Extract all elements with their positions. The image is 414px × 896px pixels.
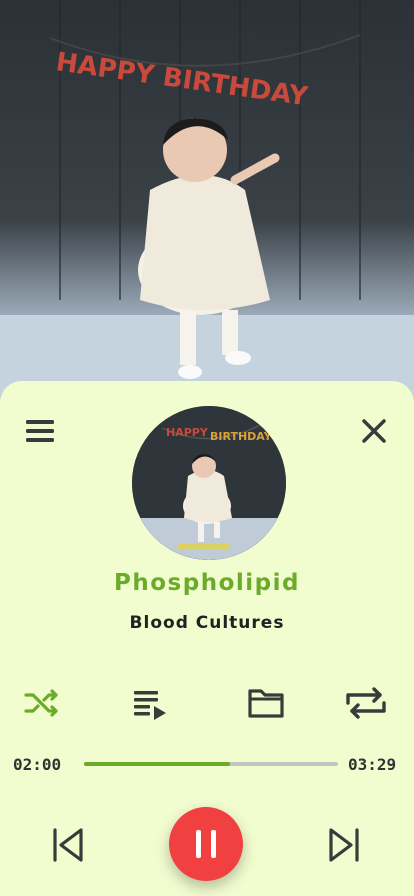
cover-photo-illustration: HAPPY BIRTHDAY bbox=[0, 0, 414, 400]
pause-button[interactable] bbox=[169, 807, 243, 881]
menu-icon bbox=[26, 420, 54, 442]
player-panel: HAPPY BIRTHDAY Phospholipid Blood Cultur… bbox=[0, 381, 414, 896]
skip-next-icon bbox=[329, 828, 359, 862]
queue-button[interactable] bbox=[128, 681, 172, 725]
folder-button[interactable] bbox=[244, 681, 288, 725]
banner-letters: HAPPY BIRTHDAY bbox=[54, 47, 311, 112]
repeat-button[interactable] bbox=[344, 681, 388, 725]
current-time: 02:00 bbox=[13, 755, 62, 774]
folder-icon bbox=[248, 689, 284, 718]
seek-bar-fill bbox=[84, 762, 230, 766]
cover-art-background: HAPPY BIRTHDAY bbox=[0, 0, 414, 400]
svg-text:BIRTHDAY: BIRTHDAY bbox=[210, 430, 273, 443]
previous-button[interactable] bbox=[48, 821, 88, 869]
skip-previous-icon bbox=[53, 828, 83, 862]
next-button[interactable] bbox=[324, 821, 364, 869]
shuffle-icon bbox=[24, 689, 58, 717]
album-art: HAPPY BIRTHDAY bbox=[132, 406, 286, 560]
pause-icon bbox=[196, 830, 216, 858]
seek-bar[interactable] bbox=[84, 762, 338, 766]
album-art-illustration: HAPPY BIRTHDAY bbox=[132, 406, 286, 560]
shuffle-button[interactable] bbox=[20, 681, 64, 725]
close-icon bbox=[362, 419, 386, 443]
total-time: 03:29 bbox=[348, 755, 397, 774]
menu-button[interactable] bbox=[22, 413, 58, 449]
repeat-icon bbox=[346, 687, 386, 719]
svg-text:HAPPY: HAPPY bbox=[166, 426, 209, 439]
track-title: Phospholipid bbox=[114, 570, 300, 596]
track-artist: Blood Cultures bbox=[129, 613, 285, 633]
close-button[interactable] bbox=[356, 413, 392, 449]
queue-icon bbox=[134, 691, 166, 720]
